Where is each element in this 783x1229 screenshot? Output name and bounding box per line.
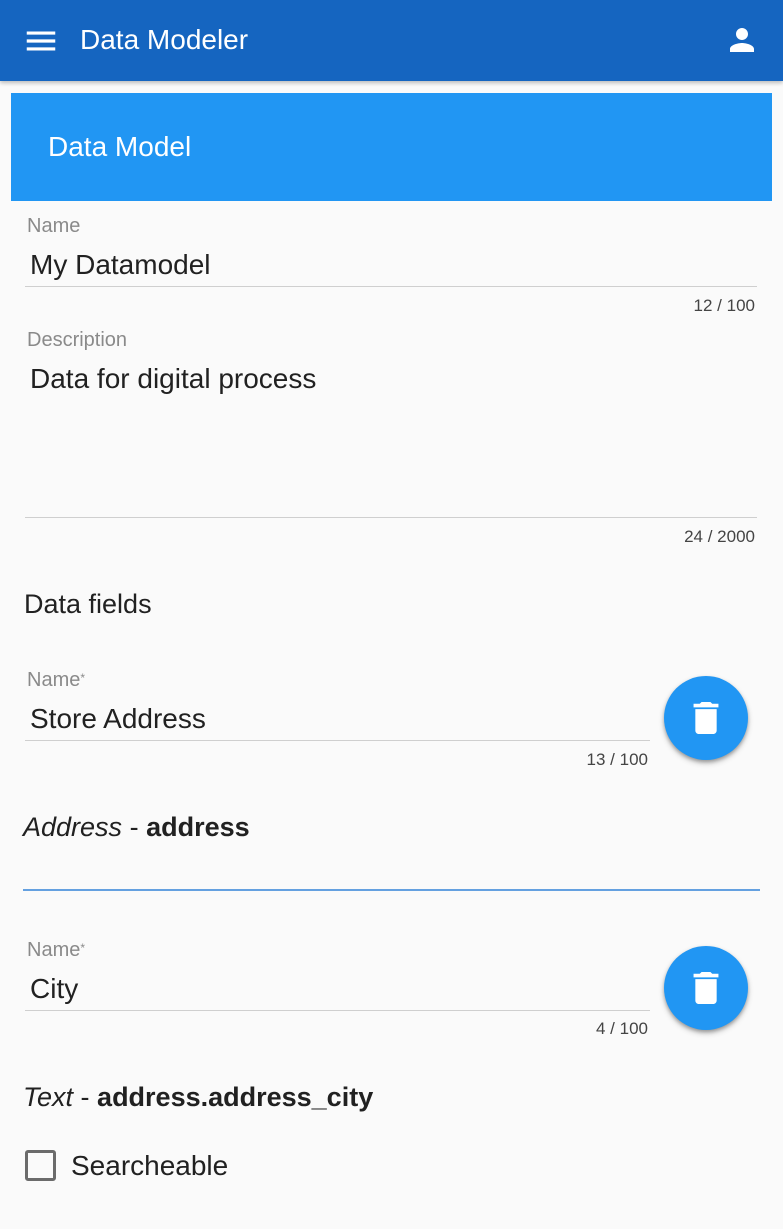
searchable-checkbox[interactable] xyxy=(25,1150,56,1181)
data-field-1-type: Address - address xyxy=(23,810,250,844)
model-description-underline xyxy=(25,517,757,518)
trash-icon xyxy=(693,702,719,734)
type-separator: - xyxy=(122,812,147,842)
model-name-underline xyxy=(25,286,757,287)
delete-field-1-button[interactable] xyxy=(664,676,748,760)
data-field-1-name-label: Name* xyxy=(27,669,86,691)
model-description-counter: 24 / 2000 xyxy=(684,527,755,546)
required-mark: * xyxy=(80,671,86,685)
data-field-2-type-name: Text xyxy=(23,1082,74,1112)
card-title: Data Model xyxy=(48,131,192,162)
model-name-input[interactable] xyxy=(30,248,752,282)
data-field-2-name-label: Name* xyxy=(27,939,86,961)
data-field-2-name-input[interactable] xyxy=(30,972,645,1006)
card-header: Data Model xyxy=(11,93,772,201)
data-field-1-name-field: Name* 13 / 100 xyxy=(25,668,650,772)
data-field-2-counter: 4 / 100 xyxy=(596,1019,648,1038)
field-divider xyxy=(23,889,760,891)
delete-field-2-button[interactable] xyxy=(664,946,748,1030)
data-field-1-name-input[interactable] xyxy=(30,702,645,736)
data-field-1-type-name: Address xyxy=(23,812,123,842)
data-field-1-counter: 13 / 100 xyxy=(586,750,648,769)
account-icon[interactable] xyxy=(724,22,760,58)
data-field-2-name-field: Name* 4 / 100 xyxy=(25,938,650,1042)
data-fields-title: Data fields xyxy=(24,589,152,619)
data-field-2-underline xyxy=(25,1010,650,1011)
data-field-1-type-path: address xyxy=(146,812,250,842)
data-field-1-underline xyxy=(25,740,650,741)
type-separator: - xyxy=(73,1082,98,1112)
app-title: Data Modeler xyxy=(80,24,249,55)
model-description-field: Description Data for digital process 24 … xyxy=(25,328,757,550)
data-field-2-type-path: address.address_city xyxy=(97,1082,374,1112)
data-field-2-type: Text - address.address_city xyxy=(23,1080,373,1114)
required-mark: * xyxy=(80,941,86,955)
menu-icon[interactable] xyxy=(22,22,60,60)
searchable-label: Searcheable xyxy=(71,1150,229,1181)
trash-icon xyxy=(693,972,719,1004)
app-bar: Data Modeler xyxy=(0,0,783,81)
model-name-counter: 12 / 100 xyxy=(693,296,755,315)
model-description-label: Description xyxy=(27,329,128,351)
model-name-label: Name xyxy=(27,215,81,237)
model-description-input[interactable]: Data for digital process xyxy=(30,362,752,512)
model-name-field: Name 12 / 100 xyxy=(25,214,757,318)
